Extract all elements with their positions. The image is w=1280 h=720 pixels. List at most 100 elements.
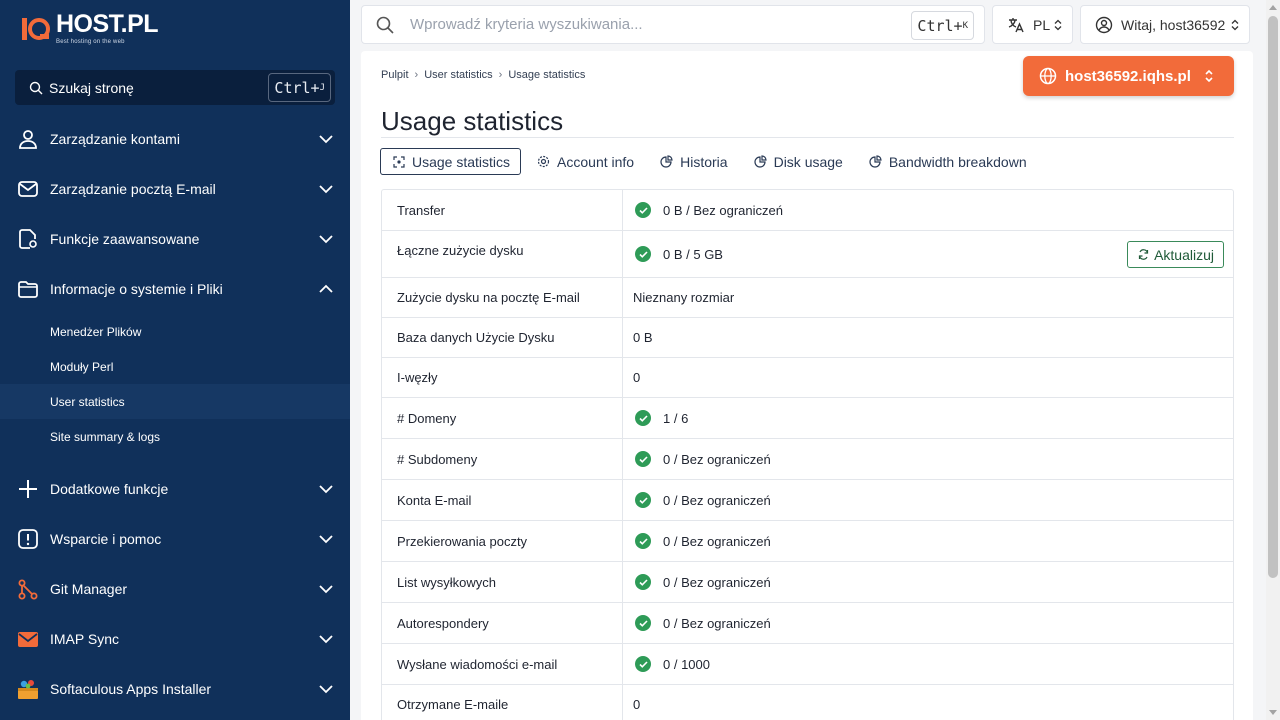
sidebar-search-shortcut: Ctrl+ J [268,73,331,102]
search-shortcut: Ctrl+ K [911,11,974,40]
language-selector[interactable]: PL [992,5,1073,44]
tab-usage-statistics[interactable]: Usage statistics [380,148,522,175]
user-greeting: Witaj, host36592 [1121,16,1226,33]
table-row: Transfer 0 B / Bez ograniczeń [382,190,1233,231]
table-row: # Subdomeny 0 / Bez ograniczeń [382,439,1233,480]
search-icon [29,81,43,94]
stat-value-cell: 0 / Bez ograniczeń [623,480,1233,520]
scan-icon [393,155,405,168]
check-icon [635,533,651,549]
table-row: Konta E-mail 0 / Bez ograniczeń [382,480,1233,521]
stat-value: 1 / 6 [663,410,689,426]
sidebar-subitem-file-manager[interactable]: Menedżer Plików [0,314,350,349]
sidebar-item-label: IMAP Sync [50,631,119,647]
table-row: List wysyłkowych 0 / Bez ograniczeń [382,562,1233,603]
user-circle-icon [1095,16,1113,33]
search-placeholder: Wprowadź kryteria wyszukiwania... [410,16,643,33]
sidebar-item-label: Zarządzanie pocztą E-mail [50,181,216,197]
tab-label: Account info [557,153,635,170]
user-menu[interactable]: Witaj, host36592 [1080,5,1250,44]
refresh-disk-usage-button[interactable]: Aktualizuj [1127,241,1224,268]
stat-value-cell: 0 / Bez ograniczeń [623,603,1233,643]
sidebar-subitem-site-summary[interactable]: Site summary & logs [0,419,350,454]
updown-icon [1231,19,1239,31]
breadcrumb-item[interactable]: User statistics [424,69,492,81]
usage-stats-table: Transfer 0 B / Bez ograniczeń Łączne zuż… [381,189,1234,720]
chevron-right-icon: › [414,69,419,81]
stat-label: Łączne zużycie dysku [382,231,623,277]
sidebar-item-label: Informacje o systemie i Pliki [50,281,223,297]
stat-value: 0 / Bez ograniczeń [663,451,771,467]
pie-chart-icon [869,155,882,168]
sidebar-item-extra-features[interactable]: Dodatkowe funkcje [0,464,350,514]
scroll-down-icon[interactable] [1269,710,1277,715]
brand-name: HOST.PL [56,9,159,38]
language-value: PL [1033,16,1051,33]
tab-bar: Usage statistics Account info Historia D… [380,148,1043,175]
stat-label: Zużycie dysku na pocztę E-mail [382,278,623,317]
stat-label: List wysyłkowych [382,562,623,602]
pie-chart-icon [754,155,767,168]
scroll-up-icon[interactable] [1269,5,1277,10]
pie-chart-icon [660,155,673,168]
tab-label: Disk usage [773,153,843,170]
table-row: Zużycie dysku na pocztę E-mail Nieznany … [382,278,1233,318]
breadcrumb-item: Usage statistics [508,69,586,81]
tab-bandwidth-breakdown[interactable]: Bandwidth breakdown [859,148,1037,175]
chevron-down-icon [319,485,333,494]
check-icon [635,574,651,590]
tab-history[interactable]: Historia [650,148,737,175]
brand-tagline: Best hosting on the web [56,38,125,45]
stat-label: I-węzły [382,358,623,397]
sidebar-search-input[interactable]: Szukaj stronę Ctrl+ J [15,70,335,105]
sidebar-item-support[interactable]: Wsparcie i pomoc [0,514,350,564]
breadcrumb-item[interactable]: Pulpit [381,69,409,81]
global-search-input[interactable]: Wprowadź kryteria wyszukiwania... Ctrl+ K [361,5,985,44]
tab-account-info[interactable]: Account info [527,148,644,175]
stat-label: Konta E-mail [382,480,623,520]
chevron-down-icon [319,135,333,144]
sidebar-subitem-user-statistics[interactable]: User statistics [0,384,350,419]
tab-label: Historia [680,153,728,170]
tab-disk-usage[interactable]: Disk usage [744,148,853,175]
check-icon [635,492,651,508]
check-icon [635,615,651,631]
plus-icon [16,477,40,501]
table-row: Łączne zużycie dysku 0 B / 5 GB Aktualiz… [382,231,1233,278]
check-icon [635,656,651,672]
sidebar-item-softaculous[interactable]: Softaculous Apps Installer [0,664,350,714]
stat-label: Baza danych Użycie Dysku [382,318,623,357]
stat-value: 0 [633,370,641,385]
sidebar-item-imap-sync[interactable]: IMAP Sync [0,614,350,664]
sidebar-item-label: Zarządzanie kontami [50,131,180,147]
scrollbar-thumb[interactable] [1268,16,1278,578]
folder-icon [16,277,40,301]
stat-label: # Subdomeny [382,439,623,479]
check-icon [635,451,651,467]
sidebar-item-label: Git Manager [50,581,128,597]
stat-value-cell: 0 / Bez ograniczeń [623,439,1233,479]
sidebar-item-email[interactable]: Zarządzanie pocztą E-mail [0,164,350,214]
user-icon [16,127,40,151]
page-scrollbar[interactable] [1266,0,1280,720]
stat-value: Nieznany rozmiar [633,290,735,305]
sidebar-item-system-info[interactable]: Informacje o systemie i Pliki [0,264,350,314]
tab-label: Bandwidth breakdown [888,153,1027,170]
sidebar-item-advanced[interactable]: Funkcje zaawansowane [0,214,350,264]
brand-logo[interactable]: HOST.PL Best hosting on the web [20,9,159,46]
domain-selector-button[interactable]: host36592.iqhs.pl [1023,56,1234,96]
table-row: # Domeny 1 / 6 [382,398,1233,439]
table-row: Przekierowania poczty 0 / Bez ograniczeń [382,521,1233,562]
updown-icon [1205,69,1213,83]
stat-value-cell: 0 / Bez ograniczeń [623,562,1233,602]
sidebar-subitem-perl-modules[interactable]: Moduły Perl [0,349,350,384]
main-content: Pulpit › User statistics › Usage statist… [361,51,1253,720]
sidebar-item-account-management[interactable]: Zarządzanie kontami [0,114,350,164]
sidebar-item-git-manager[interactable]: Git Manager [0,564,350,614]
globe-icon [1039,67,1057,85]
stat-value-cell: 1 / 6 [623,398,1233,438]
stat-value-cell: 0 / 1000 [623,644,1233,684]
stat-label: Otrzymane E-maile [382,685,623,720]
stat-label: Transfer [382,190,623,230]
stat-label: Przekierowania poczty [382,521,623,561]
